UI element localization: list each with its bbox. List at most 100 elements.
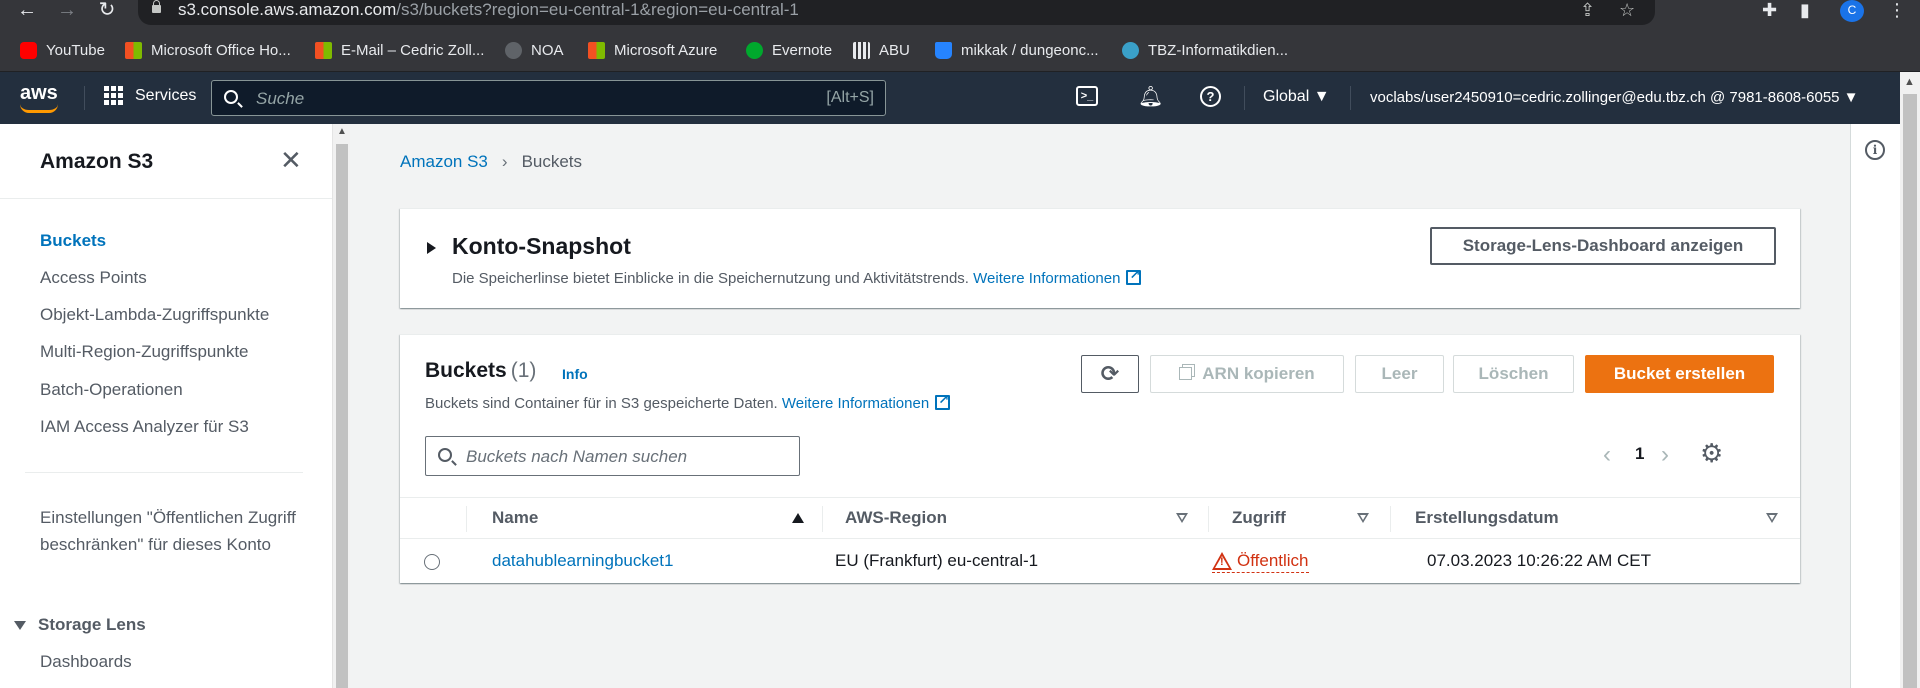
gear-icon[interactable]: ⚙ bbox=[1700, 439, 1723, 467]
external-link-icon[interactable] bbox=[1126, 267, 1142, 285]
column-divider bbox=[822, 506, 823, 532]
snapshot-description-text: Die Speicherlinse bietet Einblicke in di… bbox=[452, 270, 969, 287]
chevron-left-icon[interactable]: ‹ bbox=[1603, 441, 1611, 469]
side-panel-icon[interactable]: ▮ bbox=[1800, 0, 1810, 20]
bucket-search-input[interactable]: Buckets nach Namen suchen bbox=[425, 436, 800, 476]
copy-arn-button[interactable]: ARN kopieren bbox=[1150, 355, 1344, 393]
more-info-link[interactable]: Weitere Informationen bbox=[973, 270, 1120, 287]
share-icon[interactable]: ⇪ bbox=[1580, 0, 1595, 20]
search-placeholder: Suche bbox=[256, 89, 305, 108]
more-info-link[interactable]: Weitere Informationen bbox=[782, 395, 929, 412]
aws-logo[interactable]: aws bbox=[20, 82, 58, 113]
microsoft-icon bbox=[315, 41, 332, 59]
bookmark-label: TBZ-Informatikdien... bbox=[1148, 41, 1289, 59]
sidenav-item-dashboards[interactable]: Dashboards bbox=[40, 652, 132, 672]
console-search-input[interactable]: Suche [Alt+S] bbox=[211, 80, 886, 116]
scrollbar-thumb[interactable] bbox=[1903, 94, 1917, 688]
snapshot-title[interactable]: Konto-Snapshot bbox=[452, 233, 631, 260]
table-row[interactable]: datahublearningbucket1 EU (Frankfurt) eu… bbox=[400, 539, 1800, 581]
help-icon[interactable]: ? bbox=[1200, 86, 1221, 107]
column-header-region[interactable]: AWS-Region bbox=[845, 508, 947, 528]
bookmark-tbz[interactable]: TBZ-Informatikdien... bbox=[1122, 39, 1288, 61]
extensions-icon[interactable]: ✚ bbox=[1762, 0, 1777, 20]
column-divider bbox=[1208, 506, 1209, 532]
bookmark-abu[interactable]: ABU bbox=[853, 39, 910, 61]
column-header-access[interactable]: Zugriff bbox=[1232, 508, 1286, 528]
star-icon[interactable]: ☆ bbox=[1619, 0, 1635, 20]
right-tools-rail: i bbox=[1850, 124, 1900, 688]
sidenav-section-storage-lens[interactable]: Storage Lens bbox=[14, 615, 146, 635]
sidenav-item-multi-region[interactable]: Multi-Region-Zugriffspunkte bbox=[40, 342, 249, 362]
refresh-button[interactable]: ⟳ bbox=[1081, 355, 1139, 393]
side-navigation: Amazon S3 ✕ Buckets Access Points Objekt… bbox=[0, 124, 332, 688]
address-bar[interactable]: s3.console.aws.amazon.com/s3/buckets?reg… bbox=[138, 0, 1655, 25]
bookmark-label: ABU bbox=[879, 41, 910, 59]
bookmark-youtube[interactable]: YouTube bbox=[20, 39, 105, 61]
bookmark-evernote[interactable]: Evernote bbox=[746, 39, 832, 61]
column-header-name[interactable]: Name bbox=[492, 508, 538, 528]
bookmark-noa[interactable]: NOA bbox=[505, 39, 564, 61]
column-divider bbox=[466, 506, 467, 532]
chevron-right-icon[interactable]: › bbox=[1661, 441, 1669, 469]
sidenav-divider bbox=[0, 198, 332, 199]
aws-smile-icon bbox=[20, 104, 58, 113]
sidenav-item-iam-analyzer[interactable]: IAM Access Analyzer für S3 bbox=[40, 417, 249, 437]
scroll-up-icon[interactable]: ▲ bbox=[337, 126, 347, 137]
region-selector[interactable]: Global ▼ bbox=[1263, 88, 1330, 106]
sidenav-item-block-public-access[interactable]: Einstellungen "Öffentlichen Zugriff besc… bbox=[40, 504, 300, 558]
sidenav-item-batch-operations[interactable]: Batch-Operationen bbox=[40, 380, 183, 400]
bookmark-label: YouTube bbox=[46, 41, 105, 59]
cloudshell-icon[interactable]: >_ bbox=[1076, 86, 1098, 106]
reload-icon[interactable]: ↻ bbox=[94, 0, 120, 22]
forward-arrow-icon[interactable]: → bbox=[54, 0, 80, 22]
caret-right-icon[interactable] bbox=[427, 242, 436, 254]
info-icon[interactable]: i bbox=[1865, 140, 1885, 160]
sort-icon[interactable] bbox=[1357, 513, 1369, 523]
bucket-name-link[interactable]: datahublearningbucket1 bbox=[492, 551, 673, 571]
sidenav-item-access-points[interactable]: Access Points bbox=[40, 268, 147, 288]
page-scrollbar[interactable]: ▲ bbox=[1900, 72, 1920, 688]
bell-icon[interactable]: 🔔︎ bbox=[1138, 86, 1163, 108]
external-link-icon[interactable] bbox=[935, 392, 951, 410]
bookmark-label: E-Mail – Cedric Zoll... bbox=[341, 41, 485, 59]
breadcrumb-amazon-s3[interactable]: Amazon S3 bbox=[400, 152, 488, 172]
empty-bucket-button[interactable]: Leer bbox=[1355, 355, 1444, 393]
info-link[interactable]: Info bbox=[562, 366, 588, 382]
sidenav-item-object-lambda[interactable]: Objekt-Lambda-Zugriffspunkte bbox=[40, 305, 269, 325]
bookmark-email[interactable]: E-Mail – Cedric Zoll... bbox=[315, 39, 484, 61]
account-menu[interactable]: voclabs/user2450910=cedric.zollinger@edu… bbox=[1370, 89, 1859, 106]
delete-bucket-button[interactable]: Löschen bbox=[1453, 355, 1574, 393]
bucket-creation-date: 07.03.2023 10:26:22 AM CET bbox=[1427, 551, 1651, 570]
browser-menu-icon[interactable]: ⋮ bbox=[1888, 0, 1906, 20]
services-menu-button[interactable]: Services bbox=[104, 86, 196, 105]
column-header-created[interactable]: Erstellungsdatum bbox=[1415, 508, 1559, 528]
url-host: s3.console.aws.amazon.com bbox=[178, 0, 397, 19]
bookmark-dungeon[interactable]: mikkak / dungeonc... bbox=[935, 39, 1099, 61]
bookmark-label: mikkak / dungeonc... bbox=[961, 41, 1099, 59]
url-text[interactable]: s3.console.aws.amazon.com/s3/buckets?reg… bbox=[178, 0, 799, 20]
row-select-radio[interactable] bbox=[424, 554, 440, 570]
columns-icon bbox=[853, 41, 870, 59]
bookmark-office[interactable]: Microsoft Office Ho... bbox=[125, 39, 291, 61]
sidenav-scrollbar[interactable]: ▲ bbox=[332, 124, 350, 688]
scroll-up-icon[interactable]: ▲ bbox=[1904, 76, 1915, 88]
snapshot-description: Die Speicherlinse bietet Einblicke in di… bbox=[452, 267, 1142, 287]
profile-avatar[interactable]: C bbox=[1840, 0, 1864, 22]
back-arrow-icon[interactable]: ← bbox=[14, 0, 40, 22]
sort-ascending-icon[interactable] bbox=[792, 513, 804, 523]
view-storage-lens-button[interactable]: Storage-Lens-Dashboard anzeigen bbox=[1430, 227, 1776, 265]
scrollbar-thumb[interactable] bbox=[336, 144, 348, 688]
close-icon[interactable]: ✕ bbox=[280, 146, 302, 174]
create-bucket-button[interactable]: Bucket erstellen bbox=[1585, 355, 1774, 393]
sort-icon[interactable] bbox=[1176, 513, 1188, 523]
bucket-access-status[interactable]: Öffentlich bbox=[1212, 551, 1309, 573]
bucket-region: EU (Frankfurt) eu-central-1 bbox=[835, 551, 1039, 570]
tbz-icon bbox=[1122, 41, 1139, 59]
globe-icon bbox=[505, 41, 522, 59]
bookmark-azure[interactable]: Microsoft Azure bbox=[588, 39, 717, 61]
current-page-number[interactable]: 1 bbox=[1635, 444, 1644, 464]
sidenav-item-buckets[interactable]: Buckets bbox=[40, 231, 106, 251]
sort-icon[interactable] bbox=[1766, 513, 1778, 523]
grid-icon bbox=[104, 86, 123, 105]
sidenav-title[interactable]: Amazon S3 bbox=[40, 150, 153, 174]
